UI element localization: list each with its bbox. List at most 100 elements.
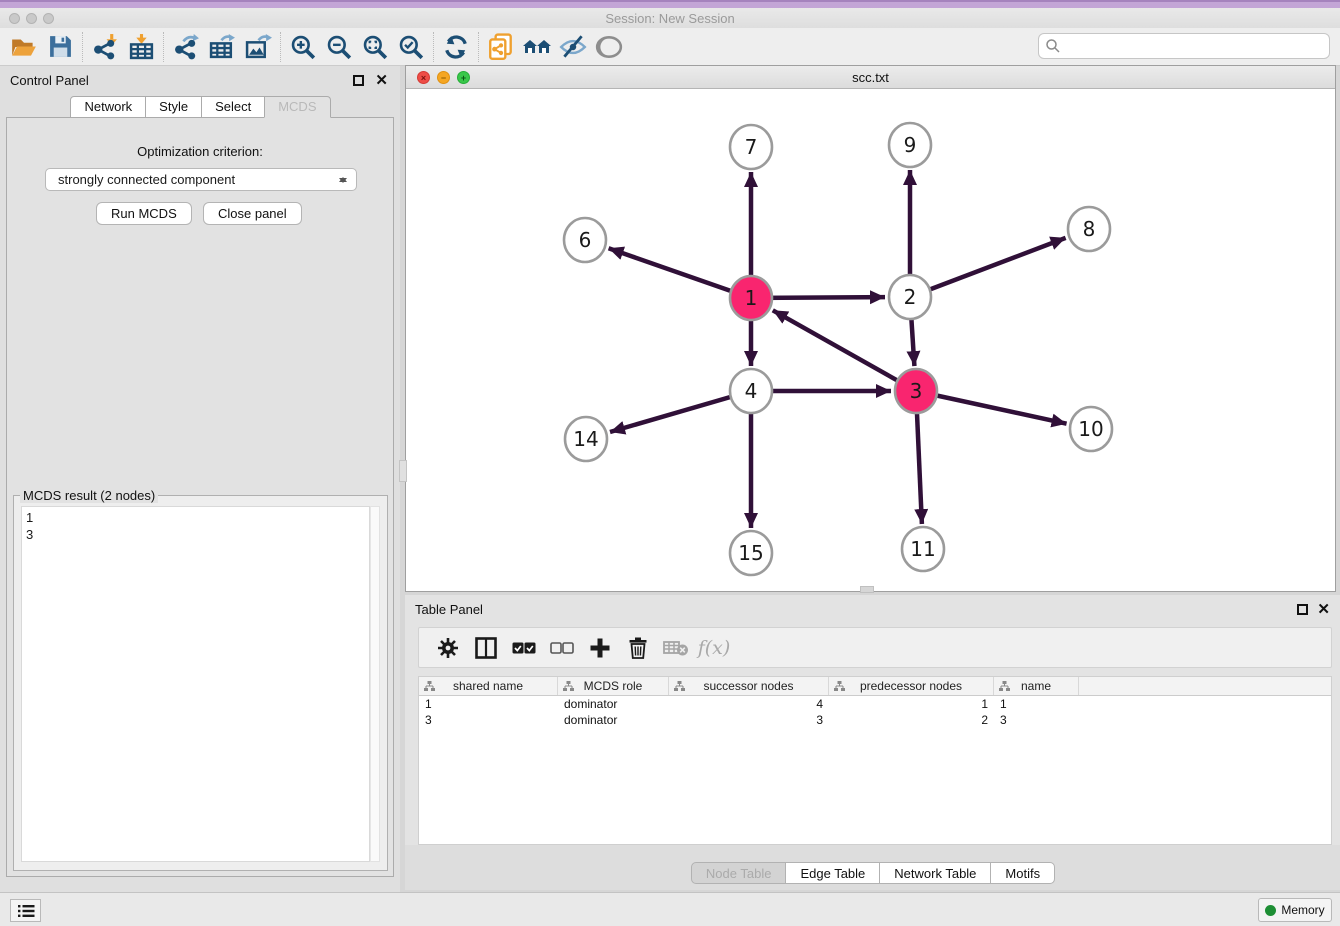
trash-icon bbox=[628, 637, 648, 659]
tab-mcds[interactable]: MCDS bbox=[264, 96, 330, 118]
select-stepper-icon bbox=[338, 173, 348, 187]
column-header-MCDS-role[interactable]: MCDS role bbox=[558, 677, 669, 695]
search-input[interactable] bbox=[1065, 36, 1329, 56]
column-header-predecessor-nodes[interactable]: predecessor nodes bbox=[829, 677, 994, 695]
tab-style[interactable]: Style bbox=[145, 96, 202, 118]
export-image-button[interactable] bbox=[240, 31, 276, 63]
close-table-panel-icon[interactable]: ✕ bbox=[1317, 602, 1330, 617]
table-body: 1dominator4113dominator323 bbox=[419, 696, 1331, 728]
import-network-button[interactable] bbox=[87, 31, 123, 63]
table-cell[interactable]: 1 bbox=[994, 696, 1079, 712]
mcds-panel: Optimization criterion: strongly connect… bbox=[6, 117, 394, 877]
save-session-button[interactable] bbox=[42, 31, 78, 63]
task-history-button[interactable] bbox=[10, 899, 41, 922]
home-button[interactable] bbox=[519, 31, 555, 63]
show-column-panel-button[interactable] bbox=[467, 632, 505, 664]
table-cell[interactable]: 4 bbox=[669, 696, 829, 712]
network-canvas[interactable]: 7968124314101511 bbox=[406, 89, 1335, 591]
window-title: Session: New Session bbox=[0, 11, 1340, 26]
refresh-layout-button[interactable] bbox=[438, 31, 474, 63]
graph-edge-3-1[interactable] bbox=[773, 310, 916, 391]
clone-network-button[interactable] bbox=[483, 31, 519, 63]
column-header-label: shared name bbox=[453, 679, 523, 693]
home-icon bbox=[522, 34, 552, 60]
close-panel-button[interactable]: Close panel bbox=[203, 202, 302, 225]
create-column-button[interactable] bbox=[581, 632, 619, 664]
birdseye-eye-icon bbox=[595, 34, 623, 60]
column-sort-icon bbox=[563, 681, 574, 691]
column-header-shared-name[interactable]: shared name bbox=[419, 677, 558, 695]
graph-edge-2-8[interactable] bbox=[910, 238, 1066, 297]
close-panel-icon[interactable]: ✕ bbox=[375, 73, 388, 88]
table-panel-title: Table Panel bbox=[415, 602, 483, 617]
toolbar-separator bbox=[433, 32, 434, 62]
graph-node-label-6: 6 bbox=[579, 228, 592, 252]
table-cell[interactable]: 2 bbox=[829, 712, 994, 728]
mcds-result-scrollbar[interactable] bbox=[370, 506, 380, 862]
zoom-fit-button[interactable] bbox=[357, 31, 393, 63]
table-row[interactable]: 3dominator323 bbox=[419, 712, 1331, 728]
control-panel: Control Panel ✕ Network Style Select MCD… bbox=[0, 66, 400, 892]
table-cell[interactable]: 3 bbox=[994, 712, 1079, 728]
network-canvas-svg[interactable]: 7968124314101511 bbox=[406, 89, 1335, 591]
table-panel-header: Table Panel ✕ bbox=[405, 599, 1340, 619]
graph-node-label-8: 8 bbox=[1083, 217, 1096, 241]
zoom-selected-button[interactable] bbox=[393, 31, 429, 63]
table-cell[interactable]: 1 bbox=[419, 696, 558, 712]
function-builder-button[interactable]: f(x) bbox=[695, 632, 733, 664]
export-table-icon bbox=[209, 33, 236, 60]
table-cell[interactable]: dominator bbox=[558, 712, 669, 728]
float-table-panel-icon[interactable] bbox=[1297, 604, 1308, 615]
deselect-all-button[interactable] bbox=[543, 632, 581, 664]
graph-edge-1-6[interactable] bbox=[609, 248, 751, 298]
horizontal-splitter-grip[interactable] bbox=[860, 586, 874, 593]
table-cell[interactable]: 3 bbox=[419, 712, 558, 728]
tab-node-table[interactable]: Node Table bbox=[691, 862, 787, 884]
run-mcds-button[interactable]: Run MCDS bbox=[96, 202, 192, 225]
open-session-button[interactable] bbox=[6, 31, 42, 63]
export-table-button[interactable] bbox=[204, 31, 240, 63]
table-cell[interactable]: dominator bbox=[558, 696, 669, 712]
network-window-titlebar[interactable]: × − + scc.txt bbox=[406, 66, 1335, 89]
search-icon bbox=[1045, 38, 1061, 54]
optimization-criterion-select[interactable]: strongly connected component bbox=[45, 168, 357, 191]
import-table-button[interactable] bbox=[123, 31, 159, 63]
main-toolbar bbox=[0, 28, 1340, 66]
mcds-result-title: MCDS result (2 nodes) bbox=[20, 488, 158, 503]
tab-select[interactable]: Select bbox=[201, 96, 265, 118]
mcds-result-line: 1 bbox=[26, 509, 365, 526]
column-header-successor-nodes[interactable]: successor nodes bbox=[669, 677, 829, 695]
table-settings-button[interactable] bbox=[429, 632, 467, 664]
optimization-criterion-label: Optimization criterion: bbox=[7, 144, 393, 159]
mcds-result-text[interactable]: 13 bbox=[21, 506, 370, 862]
table-cell[interactable]: 1 bbox=[829, 696, 994, 712]
birdseye-view-button[interactable] bbox=[591, 31, 627, 63]
export-network-button[interactable] bbox=[168, 31, 204, 63]
export-network-icon bbox=[173, 33, 200, 60]
column-header-label: successor nodes bbox=[703, 679, 793, 693]
tab-network-table[interactable]: Network Table bbox=[879, 862, 991, 884]
memory-button-label: Memory bbox=[1281, 903, 1324, 917]
tab-motifs[interactable]: Motifs bbox=[990, 862, 1055, 884]
graph-edge-3-10[interactable] bbox=[916, 391, 1067, 424]
memory-button[interactable]: Memory bbox=[1258, 898, 1332, 922]
mcds-result-group: MCDS result (2 nodes) 13 bbox=[13, 495, 388, 871]
float-panel-icon[interactable] bbox=[353, 75, 364, 86]
tab-network[interactable]: Network bbox=[70, 96, 146, 118]
zoom-out-button[interactable] bbox=[321, 31, 357, 63]
vertical-splitter-grip[interactable] bbox=[399, 460, 407, 482]
delete-table-button[interactable] bbox=[657, 632, 695, 664]
zoom-in-button[interactable] bbox=[285, 31, 321, 63]
toolbar-separator bbox=[478, 32, 479, 62]
select-all-button[interactable] bbox=[505, 632, 543, 664]
table-cell[interactable]: 3 bbox=[669, 712, 829, 728]
hide-graphics-details-button[interactable] bbox=[555, 31, 591, 63]
column-header-name[interactable]: name bbox=[994, 677, 1079, 695]
table-row[interactable]: 1dominator411 bbox=[419, 696, 1331, 712]
tab-edge-table[interactable]: Edge Table bbox=[785, 862, 880, 884]
node-table: shared name MCDS role successor nodes prede… bbox=[418, 676, 1332, 845]
delete-table-icon bbox=[663, 639, 689, 657]
delete-column-button[interactable] bbox=[619, 632, 657, 664]
toolbar-search[interactable] bbox=[1038, 33, 1330, 59]
network-view-window: × − + scc.txt 7968124314101511 bbox=[405, 65, 1336, 592]
